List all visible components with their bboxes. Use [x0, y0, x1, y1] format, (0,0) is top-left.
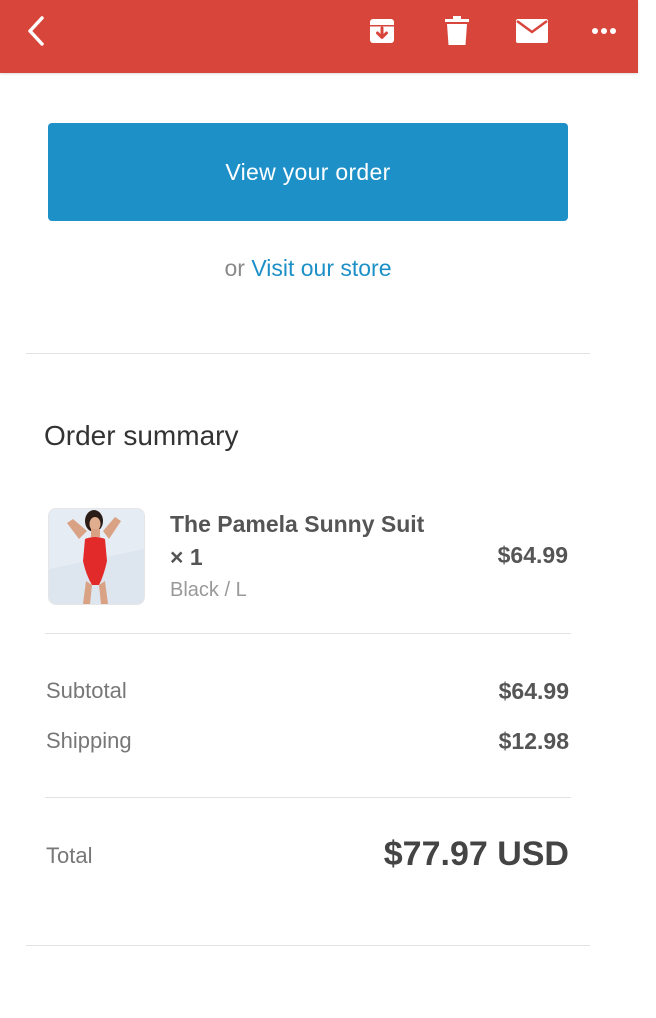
- view-order-button[interactable]: View your order: [48, 123, 568, 221]
- product-variant: Black / L: [170, 579, 247, 601]
- more-options-button[interactable]: [582, 0, 626, 62]
- visit-store-line: or Visit our store: [0, 255, 616, 282]
- product-name: The Pamela Sunny Suit × 1: [170, 511, 425, 570]
- mark-unread-button[interactable]: [510, 0, 554, 62]
- app-toolbar: [0, 0, 638, 73]
- trash-icon: [445, 16, 469, 45]
- divider: [45, 797, 571, 798]
- divider: [26, 945, 590, 946]
- divider: [26, 353, 590, 354]
- order-summary-title: Order summary: [44, 420, 239, 451]
- total-value: $77.97 USD: [383, 835, 569, 873]
- archive-icon: [370, 19, 394, 43]
- more-icon: [592, 28, 616, 34]
- back-button[interactable]: [14, 0, 58, 62]
- total-label: Total: [46, 843, 93, 868]
- product-price: $64.99: [497, 542, 568, 568]
- product-image: [48, 508, 145, 605]
- delete-button[interactable]: [437, 0, 477, 62]
- subtotal-label: Subtotal: [46, 678, 127, 703]
- mail-icon: [516, 19, 548, 43]
- or-text: or: [224, 255, 245, 281]
- email-view: been sent.: [0, 0, 656, 1018]
- shipping-value: $12.98: [498, 728, 569, 754]
- visit-store-link[interactable]: Visit our store: [251, 255, 391, 281]
- divider: [45, 633, 571, 634]
- shipping-label: Shipping: [46, 728, 132, 753]
- chevron-left-icon: [28, 16, 44, 46]
- subtotal-value: $64.99: [498, 678, 569, 704]
- archive-button[interactable]: [362, 0, 402, 62]
